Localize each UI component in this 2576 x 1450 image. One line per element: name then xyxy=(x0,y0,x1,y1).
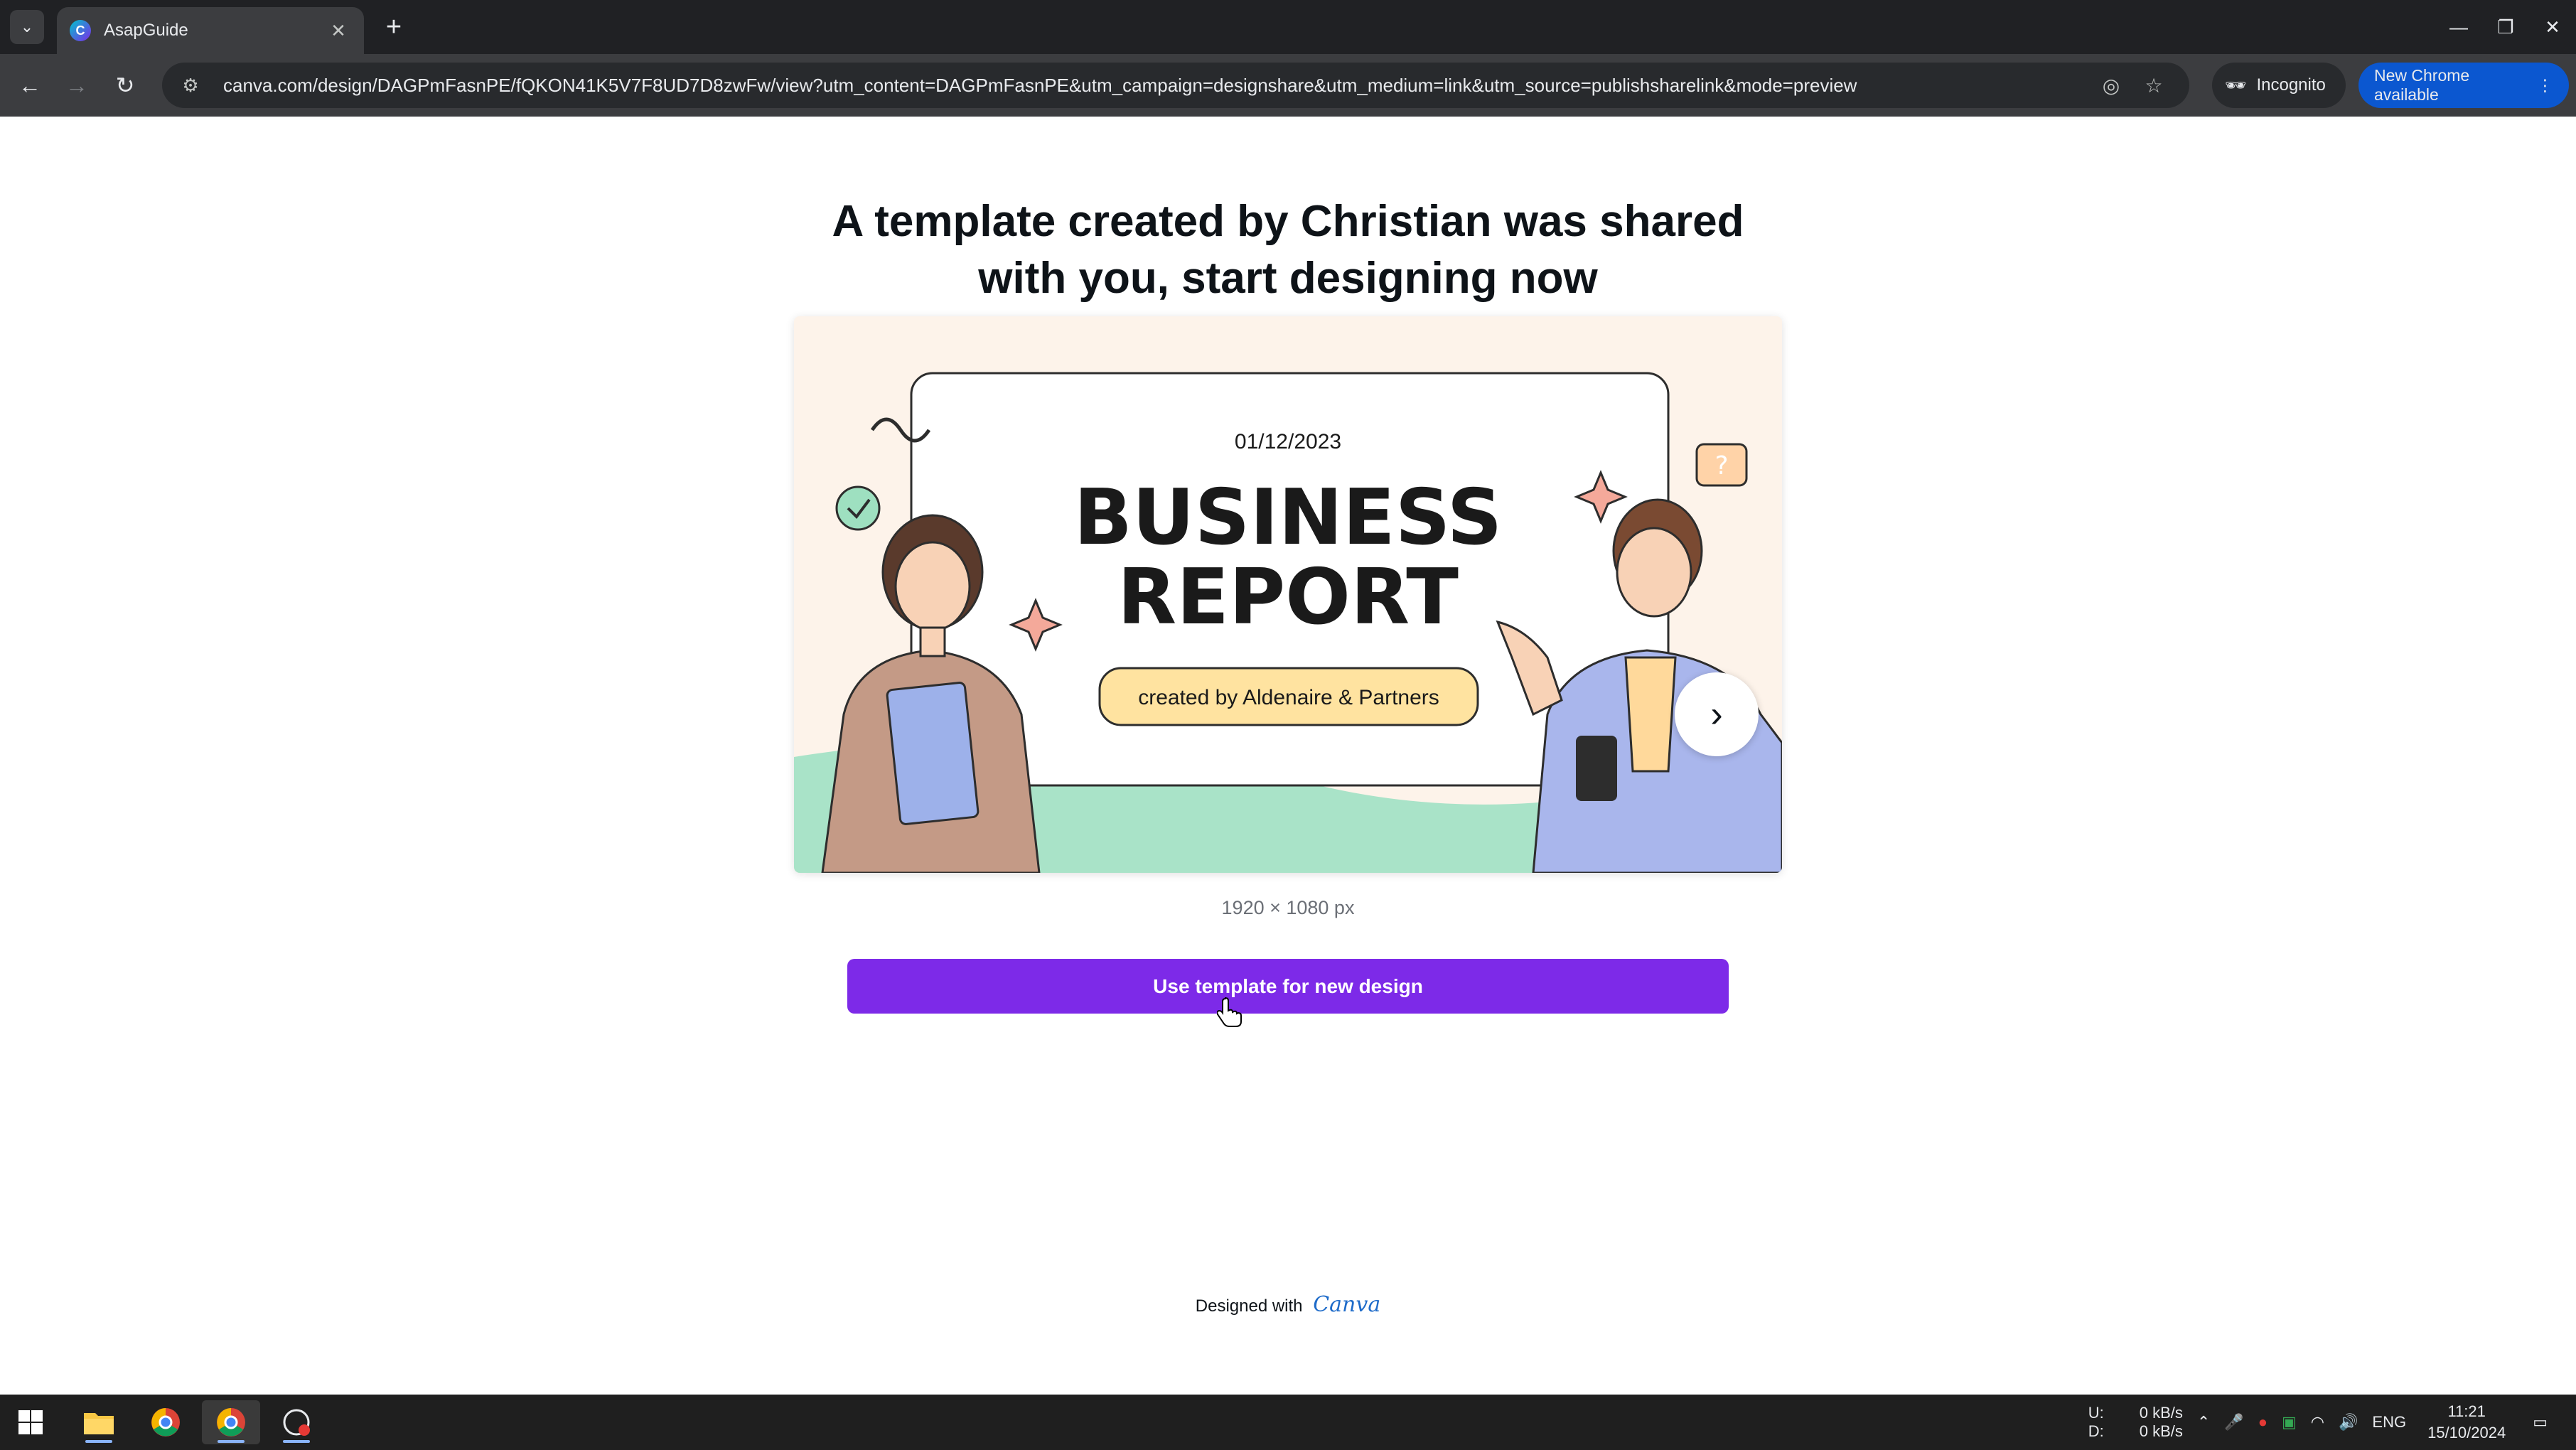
preview-title-line-1: BUSINESS xyxy=(1074,473,1503,562)
check-badge-icon xyxy=(835,485,881,531)
forward-button[interactable]: → xyxy=(58,67,95,104)
file-explorer-button[interactable] xyxy=(70,1400,128,1444)
preview-subtitle: created by Aldenaire & Partners xyxy=(1138,686,1439,709)
reload-button[interactable]: ↻ xyxy=(107,67,144,104)
page-heading: A template created by Christian was shar… xyxy=(711,193,1865,307)
incognito-label: Incognito xyxy=(2256,75,2326,95)
footer-prefix: Designed with xyxy=(1195,1296,1303,1316)
active-indicator xyxy=(283,1440,310,1443)
net-up-label: U: xyxy=(2088,1404,2104,1422)
next-page-button[interactable]: › xyxy=(1675,672,1759,756)
tab-search-button[interactable]: ⌄ xyxy=(10,10,44,44)
restore-button[interactable]: ❐ xyxy=(2482,0,2529,54)
net-up-value: 0 kB/s xyxy=(2139,1404,2183,1422)
clock-date: 15/10/2024 xyxy=(2427,1424,2506,1441)
minimize-button[interactable]: — xyxy=(2435,0,2482,54)
active-indicator xyxy=(85,1440,112,1443)
use-template-button[interactable]: Use template for new design xyxy=(847,959,1729,1014)
question-mark-glyph: ? xyxy=(1714,451,1728,480)
bookmark-star-icon[interactable]: ☆ xyxy=(2132,74,2175,97)
net-down-value: 0 kB/s xyxy=(2139,1422,2183,1440)
show-hidden-icons-chevron-icon[interactable]: ⌃ xyxy=(2197,1413,2210,1432)
volume-icon[interactable]: 🔊 xyxy=(2339,1413,2358,1432)
chrome-icon xyxy=(151,1408,180,1436)
system-tray: U: D: 0 kB/s 0 kB/s ⌃ 🎤 ● ▣ ◠ 🔊 ENG 11:2… xyxy=(2081,1395,2576,1450)
address-bar[interactable]: ⚙ canva.com/design/DAGPmFasnPE/fQKON41K5… xyxy=(162,63,2189,108)
active-indicator xyxy=(218,1440,245,1443)
preview-date: 01/12/2023 xyxy=(1235,430,1341,453)
designed-with-footer[interactable]: Designed with Canva xyxy=(1075,1292,1501,1317)
clock-time: 11:21 xyxy=(2447,1402,2486,1420)
net-down-label: D: xyxy=(2088,1422,2104,1440)
incognito-indicator[interactable]: 🕶 Incognito xyxy=(2212,63,2346,108)
heading-line-2: with you, start designing now xyxy=(978,254,1598,303)
wifi-icon[interactable]: ◠ xyxy=(2311,1413,2324,1432)
language-indicator[interactable]: ENG xyxy=(2372,1413,2406,1432)
windows-logo-icon xyxy=(18,1410,43,1434)
tab-close-icon[interactable]: ✕ xyxy=(326,20,351,42)
start-button[interactable] xyxy=(1,1400,60,1444)
microphone-icon[interactable]: 🎤 xyxy=(2224,1413,2243,1432)
canva-favicon-icon: C xyxy=(70,20,91,41)
record-icon[interactable]: ● xyxy=(2258,1413,2268,1432)
incognito-icon: 🕶 xyxy=(2225,75,2247,95)
new-tab-button[interactable]: + xyxy=(377,10,411,44)
tab-title: AsapGuide xyxy=(104,21,188,40)
chrome-taskbar-button[interactable] xyxy=(136,1400,195,1444)
template-dimensions: 1920 × 1080 px xyxy=(1221,897,1355,918)
browser-tab[interactable]: C AsapGuide ✕ xyxy=(57,7,364,54)
template-preview: 01/12/2023 BUSINESS REPORT created by Al… xyxy=(794,316,1782,873)
close-window-button[interactable]: ✕ xyxy=(2529,0,2576,54)
windows-taskbar: U: D: 0 kB/s 0 kB/s ⌃ 🎤 ● ▣ ◠ 🔊 ENG 11:2… xyxy=(0,1395,2576,1450)
template-preview-artwork: 01/12/2023 BUSINESS REPORT created by Al… xyxy=(794,316,1782,873)
kebab-menu-icon: ⋮ xyxy=(2537,75,2553,95)
url-text[interactable]: canva.com/design/DAGPmFasnPE/fQKON41K5V7… xyxy=(223,75,2090,97)
heading-line-1: A template created by Christian was shar… xyxy=(832,197,1744,246)
tracking-protection-icon[interactable]: ◎ xyxy=(2090,74,2132,97)
preview-title-line-2: REPORT xyxy=(1117,553,1459,642)
clock[interactable]: 11:21 15/10/2024 xyxy=(2427,1401,2506,1444)
hand-cursor-icon xyxy=(1217,997,1242,1027)
net-speed-values: 0 kB/s 0 kB/s xyxy=(2140,1404,2183,1441)
folder-icon xyxy=(84,1413,114,1434)
browser-tab-strip: ⌄ C AsapGuide ✕ + — ❐ ✕ xyxy=(0,0,2576,54)
recorder-taskbar-button[interactable] xyxy=(267,1400,326,1444)
recorder-icon xyxy=(283,1409,310,1436)
window-controls: — ❐ ✕ xyxy=(2435,0,2576,54)
notifications-icon[interactable]: ▭ xyxy=(2533,1413,2548,1432)
chrome-incognito-taskbar-button[interactable] xyxy=(202,1400,260,1444)
chrome-icon xyxy=(217,1408,245,1436)
update-label: New Chrome available xyxy=(2374,66,2470,104)
back-button[interactable]: ← xyxy=(11,67,48,104)
chrome-update-button[interactable]: New Chrome available ⋮ xyxy=(2358,63,2569,108)
canva-logo[interactable]: Canva xyxy=(1313,1292,1380,1317)
browser-toolbar: ← → ↻ ⚙ canva.com/design/DAGPmFasnPE/fQK… xyxy=(0,54,2576,117)
chevron-right-icon: › xyxy=(1710,694,1723,735)
tray-app-icon[interactable]: ▣ xyxy=(2282,1413,2297,1432)
site-info-icon[interactable]: ⚙ xyxy=(176,75,205,97)
net-speed-labels: U: D: xyxy=(2088,1404,2104,1441)
